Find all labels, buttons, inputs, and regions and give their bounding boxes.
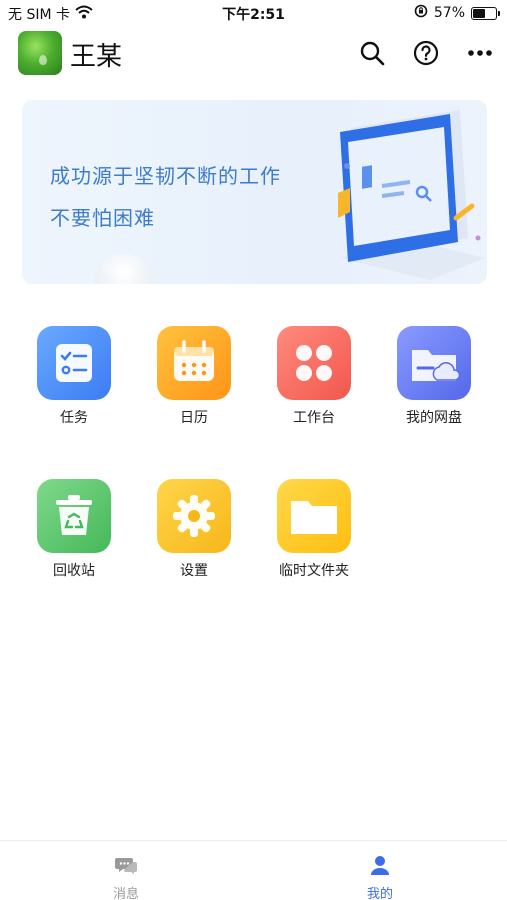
tab-messages[interactable]: 消息	[66, 841, 186, 900]
status-bar: 无 SIM 卡 下午2:51 57%	[0, 0, 507, 28]
tab-label: 消息	[112, 887, 139, 900]
recycle-bin-icon	[37, 479, 111, 553]
bottom-tab-bar: 消息 我的	[0, 840, 507, 900]
app-label: 任务	[60, 410, 88, 426]
app-recycle-bin[interactable]: 回收站	[14, 479, 134, 589]
calendar-icon	[157, 326, 231, 400]
app-label: 设置	[180, 563, 208, 579]
banner-line-2: 不要怕困难	[50, 206, 155, 230]
banner-decoration	[94, 254, 154, 284]
app-header: 王某	[0, 28, 507, 80]
task-checklist-icon	[37, 326, 111, 400]
search-icon[interactable]	[358, 39, 386, 67]
app-label: 临时文件夹	[279, 563, 349, 579]
app-cloud-drive[interactable]: 我的网盘	[374, 326, 494, 436]
tab-label: 我的	[366, 887, 393, 900]
motivation-banner[interactable]: 成功源于坚韧不断的工作 不要怕困难	[22, 100, 487, 284]
workbench-clover-icon	[277, 326, 351, 400]
app-label: 日历	[180, 410, 208, 426]
avatar[interactable]	[18, 31, 62, 75]
cloud-drive-icon	[397, 326, 471, 400]
battery-percent: 57%	[433, 5, 465, 21]
orientation-lock-icon	[414, 4, 428, 22]
app-label: 回收站	[53, 563, 95, 579]
battery-fill	[473, 8, 485, 18]
tab-mine[interactable]: 我的	[320, 841, 440, 900]
battery-icon	[471, 6, 500, 20]
user-name: 王某	[70, 42, 123, 72]
app-calendar[interactable]: 日历	[134, 326, 254, 436]
person-icon	[371, 856, 389, 875]
app-temp-folder[interactable]: 临时文件夹	[254, 479, 374, 589]
computer-illustration-icon	[338, 110, 485, 280]
folder-icon	[277, 479, 351, 553]
app-settings[interactable]: 设置	[134, 479, 254, 589]
help-icon[interactable]	[412, 39, 440, 67]
app-workbench[interactable]: 工作台	[254, 326, 374, 436]
app-label: 我的网盘	[406, 410, 462, 426]
chat-bubble-icon	[115, 858, 137, 874]
status-right: 57%	[414, 4, 500, 22]
app-tasks[interactable]: 任务	[14, 326, 134, 436]
app-label: 工作台	[293, 410, 335, 426]
settings-gear-icon	[157, 479, 231, 553]
banner-line-1: 成功源于坚韧不断的工作	[50, 164, 281, 188]
more-icon[interactable]	[466, 39, 494, 67]
